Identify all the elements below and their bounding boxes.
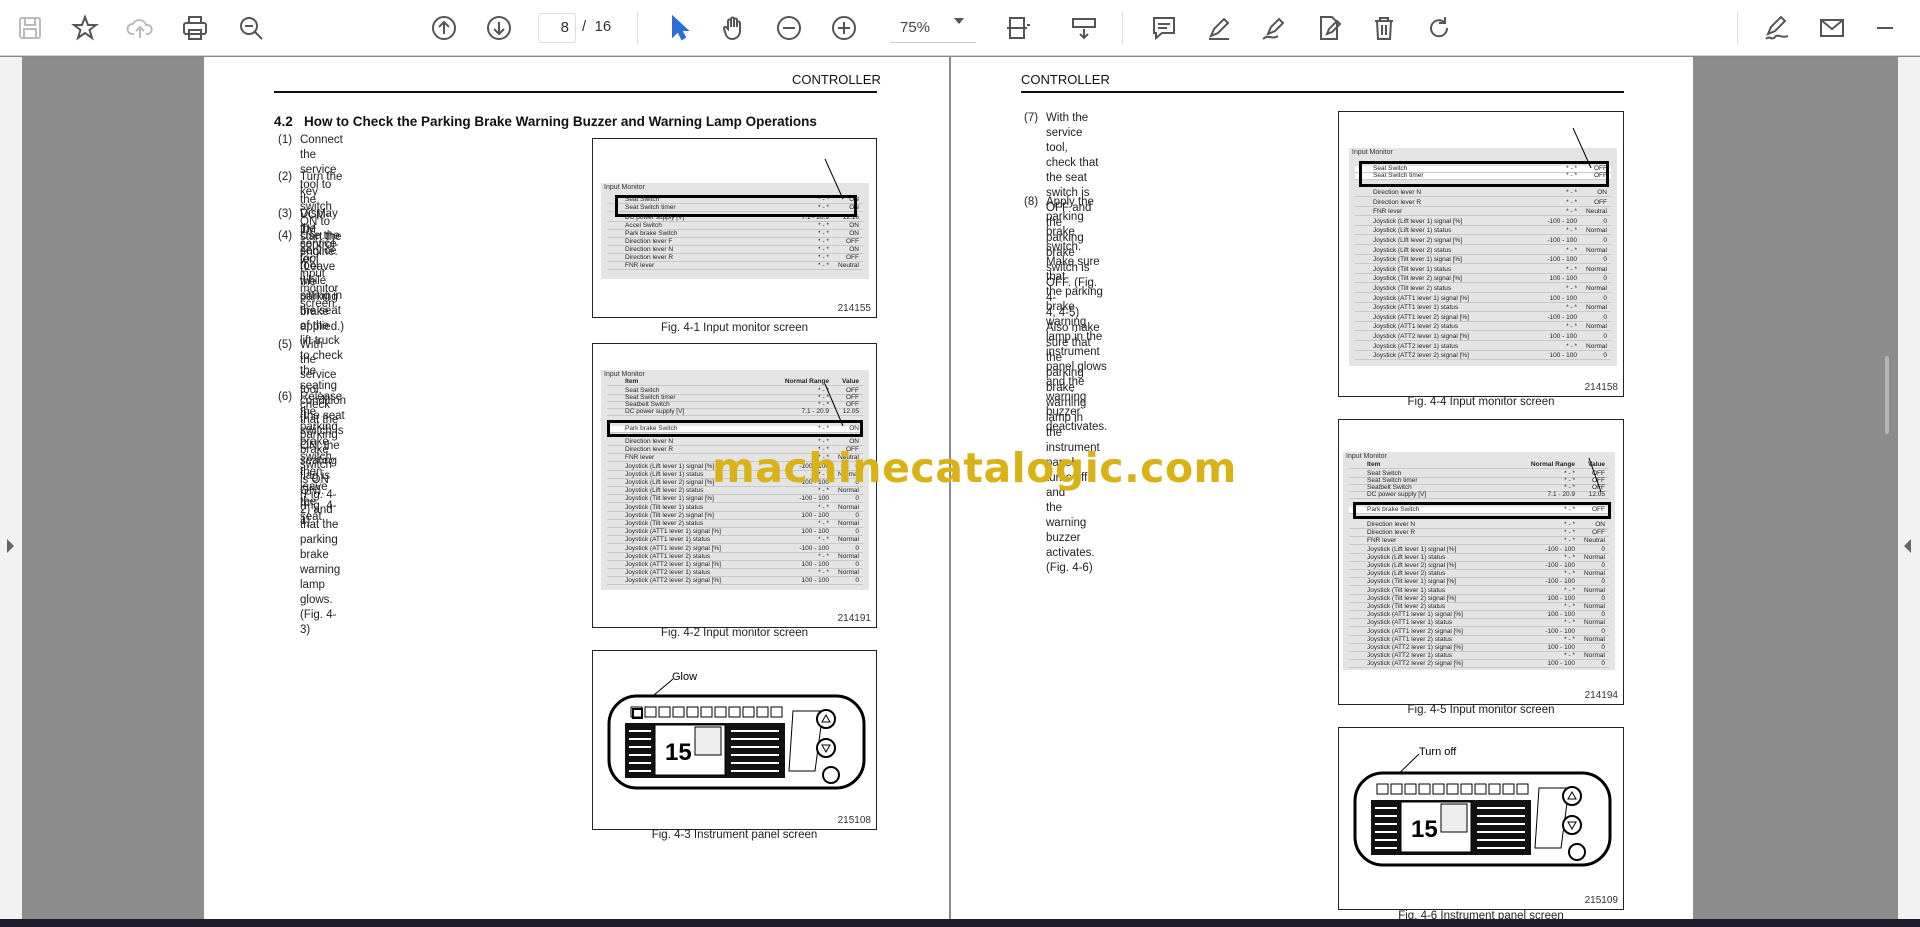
figure-4-5: Input Monitor Item Normal Range Value Seat… bbox=[1338, 419, 1624, 705]
zoom-out-icon[interactable] bbox=[771, 10, 807, 46]
page-separator: / 16 bbox=[582, 18, 612, 35]
page-number-input[interactable]: 8 bbox=[538, 13, 576, 43]
hand-pan-icon[interactable] bbox=[716, 10, 752, 46]
instrument-panel-drawing bbox=[1353, 753, 1612, 867]
figure-number: 214155 bbox=[837, 303, 871, 314]
bookmark-star-icon[interactable] bbox=[67, 10, 103, 46]
figure-4-6: Turn off 15 215109 bbox=[1338, 727, 1624, 910]
figure-4-3: Glow 15 215108 bbox=[592, 650, 877, 830]
figure-number: 215108 bbox=[837, 815, 871, 826]
delete-icon[interactable] bbox=[1366, 10, 1402, 46]
chevron-right-icon[interactable] bbox=[7, 539, 14, 553]
page-down-icon[interactable] bbox=[481, 10, 517, 46]
callout-arrow bbox=[824, 158, 844, 200]
comment-icon[interactable] bbox=[1146, 10, 1182, 46]
bottom-bar bbox=[0, 919, 1920, 927]
figure-caption: Fig. 4-2 Input monitor screen bbox=[660, 627, 808, 639]
figure-4-4: Input Monitor Seat Switch * - * OFF Seat S… bbox=[1338, 111, 1624, 397]
edit-page-icon[interactable] bbox=[1311, 10, 1347, 46]
watermark-text: machinecatalogic.com bbox=[712, 444, 1237, 492]
toolbar-divider bbox=[1737, 12, 1738, 44]
speed-readout: 15 bbox=[1411, 816, 1438, 843]
figure-caption: Fig. 4-1 Input monitor screen bbox=[660, 322, 808, 334]
chevron-left-icon[interactable] bbox=[1904, 539, 1911, 553]
toolbar-divider bbox=[1122, 12, 1123, 44]
chevron-down-icon[interactable] bbox=[954, 18, 964, 24]
scroll-mode-icon[interactable] bbox=[1066, 10, 1102, 46]
figure-number: 214191 bbox=[837, 613, 871, 624]
zoom-search-icon[interactable] bbox=[233, 10, 269, 46]
cloud-upload-icon[interactable] bbox=[122, 10, 158, 46]
rotate-icon[interactable] bbox=[1421, 10, 1457, 46]
draw-pen-icon[interactable] bbox=[1256, 10, 1292, 46]
page-header: CONTROLLER bbox=[792, 72, 881, 87]
select-cursor-icon[interactable] bbox=[661, 10, 697, 46]
speed-readout: 15 bbox=[665, 739, 692, 766]
section-heading: 4.2 How to Check the Parking Brake Warni… bbox=[274, 114, 817, 129]
figure-number: 214158 bbox=[1584, 382, 1618, 393]
email-icon[interactable] bbox=[1814, 10, 1850, 46]
highlight-pen-icon[interactable] bbox=[1201, 10, 1237, 46]
toolbar: 8 / 16 75% bbox=[0, 0, 1920, 56]
page-header: CONTROLLER bbox=[1021, 72, 1110, 87]
toolbar-divider bbox=[637, 12, 638, 44]
figure-number: 214194 bbox=[1584, 690, 1618, 701]
page-up-icon[interactable] bbox=[426, 10, 462, 46]
header-rule bbox=[274, 91, 877, 93]
instrument-panel-drawing bbox=[607, 678, 866, 790]
more-icon[interactable] bbox=[1867, 10, 1903, 46]
left-panel-toggle[interactable] bbox=[0, 57, 22, 927]
right-panel-toggle[interactable] bbox=[1898, 57, 1920, 927]
sign-icon[interactable] bbox=[1759, 10, 1795, 46]
callout-arrow bbox=[1572, 127, 1592, 169]
header-rule bbox=[1021, 91, 1624, 93]
zoom-in-icon[interactable] bbox=[826, 10, 862, 46]
vertical-scrollbar[interactable] bbox=[1885, 356, 1889, 434]
figure-caption: Fig. 4-3 Instrument panel screen bbox=[651, 829, 818, 841]
print-icon[interactable] bbox=[177, 10, 213, 46]
figure-4-1: Input Monitor Seat Switch * - * ON Seat Sw… bbox=[592, 138, 877, 318]
fit-page-icon[interactable] bbox=[1000, 10, 1036, 46]
total-pages: 16 bbox=[594, 18, 612, 35]
figure-caption: Fig. 4-5 Input monitor screen bbox=[1407, 704, 1555, 716]
figure-caption: Fig. 4-4 Input monitor screen bbox=[1407, 396, 1555, 408]
save-icon[interactable] bbox=[12, 10, 48, 46]
figure-number: 215109 bbox=[1584, 895, 1618, 906]
callout-arrow bbox=[1588, 457, 1602, 493]
